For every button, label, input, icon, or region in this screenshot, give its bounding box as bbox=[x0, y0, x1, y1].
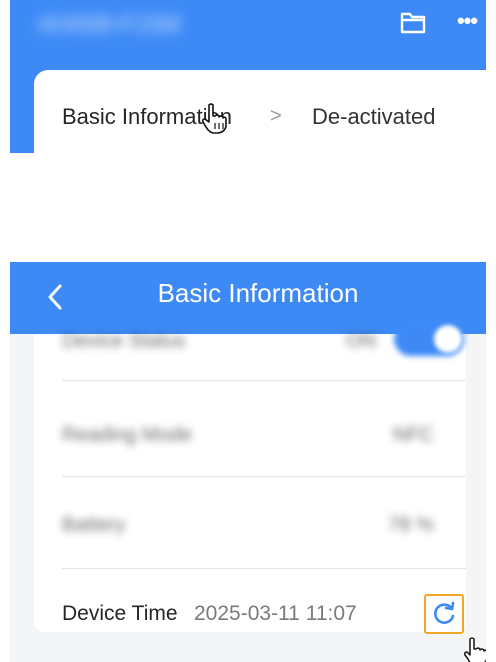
basic-information-card[interactable]: Basic Information > De-activated bbox=[34, 70, 486, 153]
reading-mode-label: Reading Mode bbox=[62, 424, 193, 446]
basic-information-screen: Basic Information Device Status ON Readi… bbox=[10, 262, 486, 662]
toggle-knob bbox=[434, 325, 462, 353]
chevron-right-icon: > bbox=[270, 105, 282, 127]
page-title: Basic Information bbox=[157, 278, 359, 308]
divider bbox=[62, 568, 466, 569]
battery-label: Battery bbox=[62, 514, 126, 536]
battery-value: 78 % bbox=[388, 514, 434, 536]
device-time-row: Device Time 2025-03-11 11:07 bbox=[34, 594, 466, 634]
list-item: Reading Mode NFC bbox=[34, 424, 466, 454]
app-header-panel: AH008-F15M ••• Basic Information > De-ac… bbox=[10, 0, 486, 153]
reading-mode-value: NFC bbox=[392, 424, 434, 446]
folder-icon[interactable] bbox=[400, 12, 426, 34]
more-icon[interactable]: ••• bbox=[452, 6, 482, 36]
pointer-hand-icon bbox=[201, 103, 227, 134]
info-list: Device Status ON Reading Mode NFC Batter… bbox=[34, 322, 466, 634]
pointer-hand-icon bbox=[464, 637, 486, 662]
list-item: Device Status ON bbox=[34, 322, 466, 374]
device-status-value: ON bbox=[346, 330, 376, 352]
activation-status: De-activated bbox=[312, 104, 436, 129]
device-name-title: AH008-F15M bbox=[38, 11, 181, 38]
device-time-label: Device Time bbox=[62, 602, 178, 625]
device-time-value: 2025-03-11 11:07 bbox=[194, 602, 357, 625]
refresh-time-button[interactable] bbox=[424, 594, 464, 634]
list-item: Battery 78 % bbox=[34, 514, 466, 544]
refresh-icon bbox=[434, 601, 455, 624]
divider bbox=[62, 380, 466, 381]
device-status-label: Device Status bbox=[62, 330, 186, 352]
divider bbox=[62, 476, 466, 477]
